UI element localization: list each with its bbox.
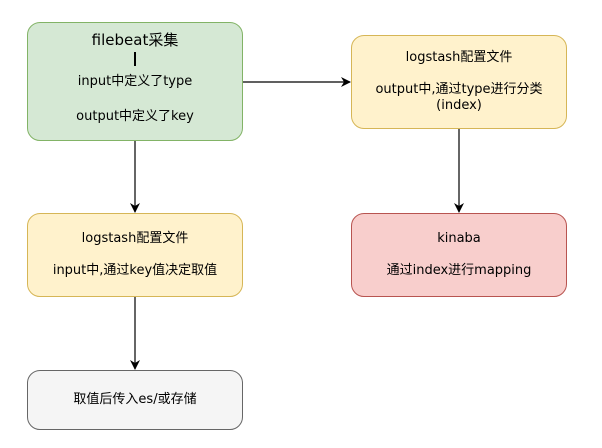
logstash-input-title: logstash配置文件 [81,231,189,246]
logstash-output-line1: output中,通过type进行分类 [375,82,543,97]
filebeat-line-input: input中定义了type [77,74,193,89]
kinaba-title: kinaba [437,231,481,246]
storage-title: 取值后传入es/或存储 [73,392,197,407]
filebeat-line-output: output中定义了key [76,109,194,124]
node-storage[interactable]: 取值后传入es/或存储 [27,370,243,430]
node-logstash-output[interactable]: logstash配置文件 output中,通过type进行分类 (index) [351,35,567,129]
node-kinaba[interactable]: kinaba 通过index进行mapping [351,213,567,297]
node-logstash-input[interactable]: logstash配置文件 input中,通过key值决定取值 [27,213,243,297]
logstash-input-line1: input中,通过key值决定取值 [52,263,218,278]
filebeat-cursor-bar [134,52,136,66]
logstash-output-line2: (index) [436,98,482,113]
flow-diagram: filebeat采集 input中定义了type output中定义了key l… [0,0,602,448]
kinaba-line1: 通过index进行mapping [386,263,532,278]
logstash-output-title: logstash配置文件 [405,50,513,65]
node-filebeat[interactable]: filebeat采集 input中定义了type output中定义了key [27,22,243,141]
filebeat-title: filebeat采集 [91,31,179,49]
